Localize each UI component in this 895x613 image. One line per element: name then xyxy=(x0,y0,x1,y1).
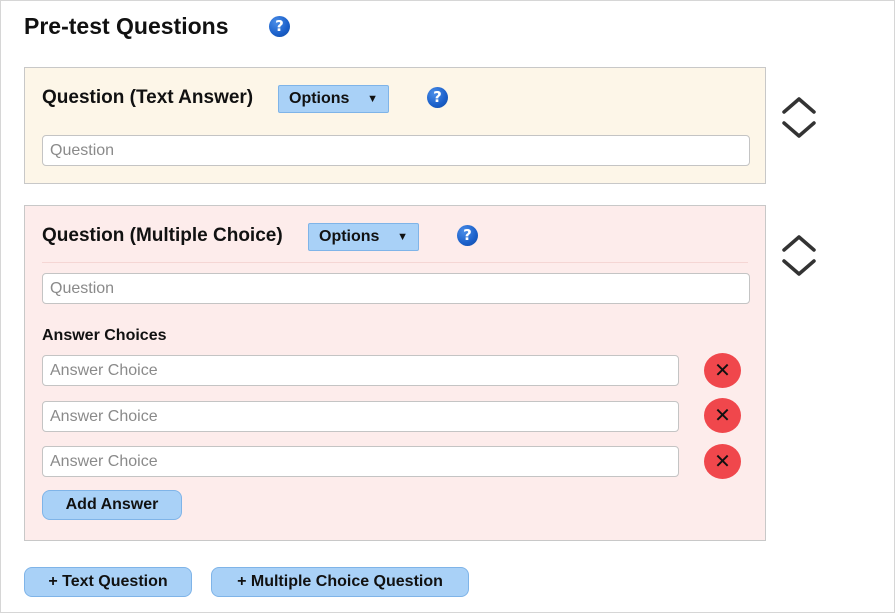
add-text-question-button[interactable]: + Text Question xyxy=(24,567,192,597)
text-question-panel: Question (Text Answer) Options ▼ ? xyxy=(24,67,766,184)
remove-answer-button[interactable]: ✕ xyxy=(704,444,741,479)
text-question-move-controls xyxy=(782,97,816,138)
chevron-up-icon[interactable] xyxy=(782,97,816,114)
answer-choices-label: Answer Choices xyxy=(42,327,167,344)
options-label: Options xyxy=(289,90,350,107)
mc-question-reorder xyxy=(781,234,817,278)
chevron-down-icon[interactable] xyxy=(782,259,816,276)
help-icon[interactable]: ? xyxy=(457,225,478,246)
text-question-reorder xyxy=(781,96,817,140)
page-title: Pre-test Questions xyxy=(24,13,229,39)
remove-answer-button[interactable]: ✕ xyxy=(704,398,741,433)
chevron-down-icon[interactable] xyxy=(782,121,816,138)
mc-question-input[interactable] xyxy=(42,273,750,304)
caret-down-icon: ▼ xyxy=(397,231,408,243)
answer-choice-input[interactable] xyxy=(42,446,679,477)
mc-question-panel: Question (Multiple Choice) Options ▼ ? A… xyxy=(24,205,766,541)
answer-choice-input[interactable] xyxy=(42,355,679,386)
divider xyxy=(42,262,748,263)
help-icon[interactable]: ? xyxy=(427,87,448,108)
add-answer-button[interactable]: Add Answer xyxy=(42,490,182,520)
mc-question-options-button[interactable]: Options ▼ xyxy=(308,223,419,251)
answer-choice-input[interactable] xyxy=(42,401,679,432)
options-label: Options xyxy=(319,228,380,245)
mc-question-title: Question (Multiple Choice) xyxy=(42,225,283,246)
text-question-input[interactable] xyxy=(42,135,750,166)
text-question-options-button[interactable]: Options ▼ xyxy=(278,85,389,113)
text-question-title: Question (Text Answer) xyxy=(42,87,254,108)
chevron-up-icon[interactable] xyxy=(782,235,816,252)
add-multiple-choice-question-button[interactable]: + Multiple Choice Question xyxy=(211,567,469,597)
mc-question-move-controls xyxy=(782,235,816,276)
remove-answer-button[interactable]: ✕ xyxy=(704,353,741,388)
help-icon[interactable]: ? xyxy=(269,16,290,37)
pretest-questions-editor: Pre-test Questions ? Question (Text Answ… xyxy=(0,0,895,613)
caret-down-icon: ▼ xyxy=(367,93,378,105)
